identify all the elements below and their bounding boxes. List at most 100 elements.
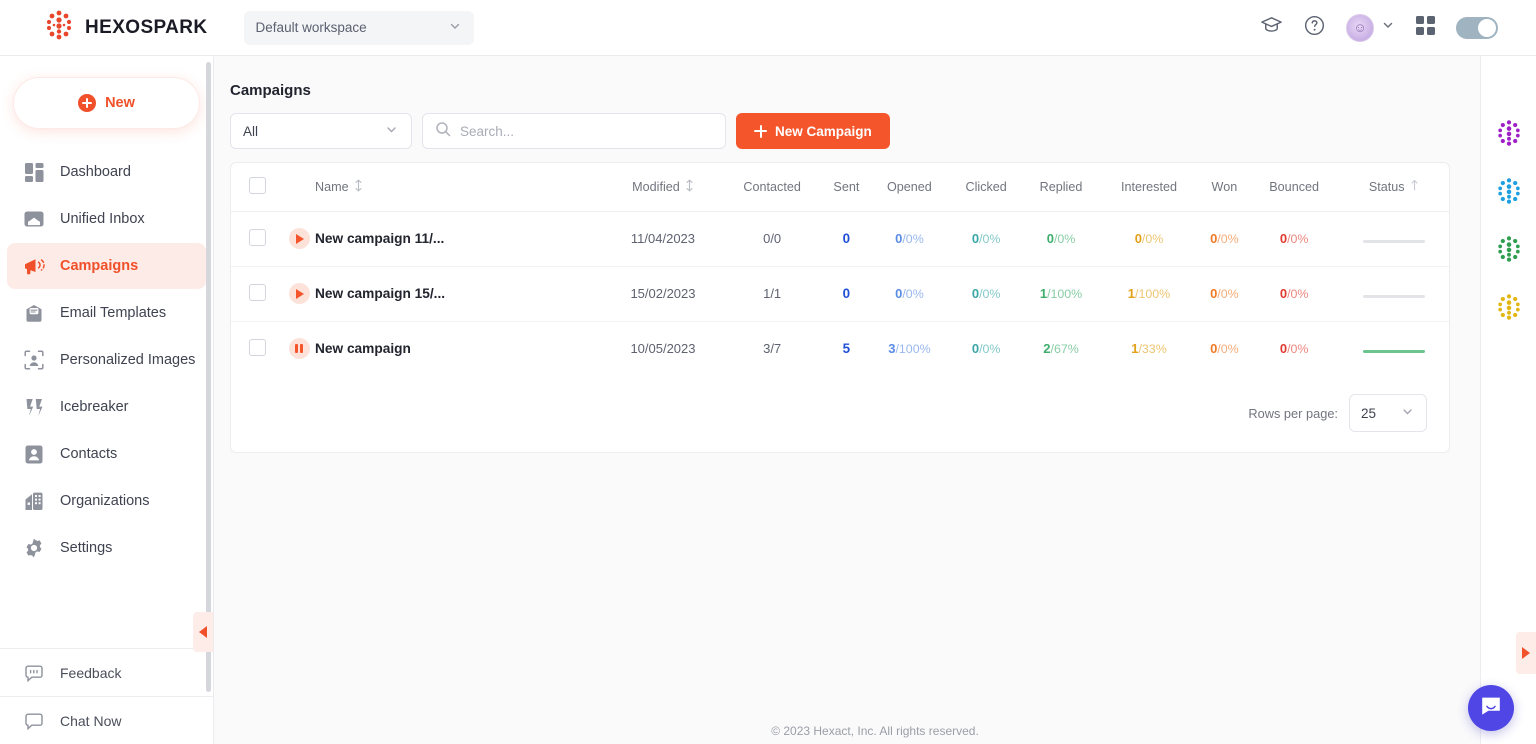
table-row[interactable]: New campaign 11/... 11/04/2023 0/0 0 0/0… (231, 211, 1449, 267)
row-checkbox[interactable] (248, 338, 266, 356)
header-label: Clicked (965, 179, 1007, 194)
play-icon[interactable] (288, 283, 310, 304)
sidebar-item-email-templates[interactable]: Email Templates (7, 290, 206, 336)
sidebar-item-label: Email Templates (60, 305, 167, 321)
table-header: Name Modified Contacted Sent Opened Clic… (231, 163, 1449, 212)
sidebar-scrollbar[interactable] (206, 62, 211, 692)
row-interested: 0/0% (1099, 211, 1199, 267)
row-replied: 1/100% (1022, 266, 1100, 322)
divider (0, 648, 214, 649)
workspace-selector[interactable]: Default workspace (243, 10, 474, 45)
row-opened: 0/0% (869, 211, 950, 267)
sidebar-item-settings[interactable]: Settings (7, 525, 206, 571)
new-button[interactable]: New (14, 78, 199, 128)
header-state-cell (283, 163, 315, 212)
sidebar: New Dashboard Unified Inbox Campaigns Em… (0, 56, 214, 744)
sidebar-item-contacts[interactable]: Contacts (7, 431, 206, 477)
contact-icon (23, 445, 45, 464)
sidebar-collapse-handle[interactable] (193, 612, 213, 652)
campaign-name: New campaign 15/... (315, 286, 446, 301)
sidebar-item-dashboard[interactable]: Dashboard (7, 149, 206, 195)
header-label: Contacted (743, 179, 801, 194)
hexowatch-logo[interactable] (1494, 176, 1524, 206)
triangle-left-icon (199, 626, 207, 638)
sidebar-item-chat-now[interactable]: Chat Now (7, 699, 207, 743)
chat-icon (23, 713, 45, 730)
header-contacted: Contacted (720, 163, 824, 212)
row-modified: 15/02/2023 (605, 266, 721, 322)
header-label: Won (1211, 179, 1238, 194)
header-bounced: Bounced (1249, 163, 1339, 212)
sidebar-nav: Dashboard Unified Inbox Campaigns Email … (0, 142, 213, 571)
chevron-down-icon (1381, 18, 1395, 37)
header-status[interactable]: Status (1338, 163, 1449, 212)
sidebar-item-organizations[interactable]: Organizations (7, 478, 206, 524)
user-menu[interactable]: ☺ (1346, 13, 1395, 42)
brand-logo[interactable]: HEXOSPARK (42, 8, 208, 47)
sidebar-item-label: Chat Now (60, 713, 122, 729)
table-header-row: Name Modified Contacted Sent Opened Clic… (231, 163, 1449, 212)
inbox-icon (23, 209, 45, 229)
copyright-text: © 2023 Hexact, Inc. All rights reserved. (771, 724, 979, 738)
sidebar-item-campaigns[interactable]: Campaigns (7, 243, 206, 289)
hexometer-logo[interactable] (1494, 234, 1524, 264)
header-label: Bounced (1269, 179, 1319, 194)
row-name-cell[interactable]: New campaign (315, 321, 605, 376)
header-label: Modified (632, 179, 680, 194)
row-name-cell[interactable]: New campaign 15/... (315, 266, 605, 322)
email-template-icon (23, 304, 45, 323)
row-clicked: 0/0% (949, 266, 1023, 322)
table-row[interactable]: New campaign 15/... 15/02/2023 1/1 0 0/0… (231, 266, 1449, 322)
row-state-cell (283, 266, 315, 322)
play-icon[interactable] (288, 228, 310, 249)
row-checkbox[interactable] (248, 228, 266, 246)
question-circle-icon[interactable] (1303, 14, 1326, 42)
header-name[interactable]: Name (315, 163, 605, 212)
row-name-cell[interactable]: New campaign 11/... (315, 211, 605, 267)
row-bounced: 0/0% (1249, 266, 1339, 322)
new-campaign-button[interactable]: New Campaign (736, 113, 890, 149)
workspace-value: Default workspace (255, 20, 367, 35)
row-state-cell (283, 211, 315, 267)
sidebar-item-feedback[interactable]: Feedback (7, 651, 207, 695)
sidebar-item-personalized-images[interactable]: Personalized Images (7, 337, 206, 383)
graduation-cap-icon[interactable] (1260, 14, 1283, 42)
plus-circle-icon (78, 94, 97, 112)
search-input[interactable]: Search... (422, 113, 726, 149)
header-modified[interactable]: Modified (605, 163, 721, 212)
pause-icon[interactable] (288, 338, 310, 360)
rows-per-page-select[interactable]: 25 (1349, 394, 1427, 432)
sidebar-item-label: Campaigns (60, 258, 139, 274)
row-opened: 3/100% (888, 341, 931, 357)
campaign-filter-select[interactable]: All (230, 113, 412, 149)
rows-per-page-label: Rows per page: (1248, 405, 1338, 421)
select-all-checkbox[interactable] (248, 176, 266, 194)
intercom-chat-icon (1479, 694, 1503, 723)
right-panel-expand-handle[interactable] (1516, 632, 1536, 674)
sidebar-item-unified-inbox[interactable]: Unified Inbox (7, 196, 206, 242)
new-button-wrapper: New (0, 56, 213, 142)
sidebar-item-label: Unified Inbox (60, 211, 145, 227)
sort-arrow-up-icon (1410, 179, 1419, 195)
table-row[interactable]: New campaign 10/05/2023 3/7 5 3/100% 0/0… (231, 321, 1449, 376)
row-replied: 0/0% (1022, 211, 1100, 267)
hexospark-hex-dots-logo (42, 8, 76, 47)
grid-apps-icon[interactable] (1415, 15, 1436, 41)
header-interested: Interested (1099, 163, 1199, 212)
hexomatic-logo[interactable] (1494, 118, 1524, 148)
row-bounced: 0/0% (1279, 341, 1309, 357)
intercom-chat-button[interactable] (1468, 685, 1514, 731)
row-sent: 5 (842, 341, 851, 357)
sidebar-item-icebreaker[interactable]: Icebreaker (7, 384, 206, 430)
pagination-bar: Rows per page: 25 (231, 376, 1449, 452)
row-clicked: 0/0% (971, 341, 1001, 357)
hexofy-logo[interactable] (1494, 292, 1524, 322)
sidebar-item-label: Dashboard (60, 164, 131, 180)
theme-toggle-switch[interactable] (1456, 16, 1498, 39)
new-button-label: New (105, 95, 135, 111)
row-modified: 11/04/2023 (605, 211, 721, 267)
campaign-name: New campaign (315, 341, 411, 357)
row-status (1338, 211, 1449, 267)
row-checkbox[interactable] (248, 283, 266, 301)
row-won: 0/0% (1210, 341, 1239, 357)
